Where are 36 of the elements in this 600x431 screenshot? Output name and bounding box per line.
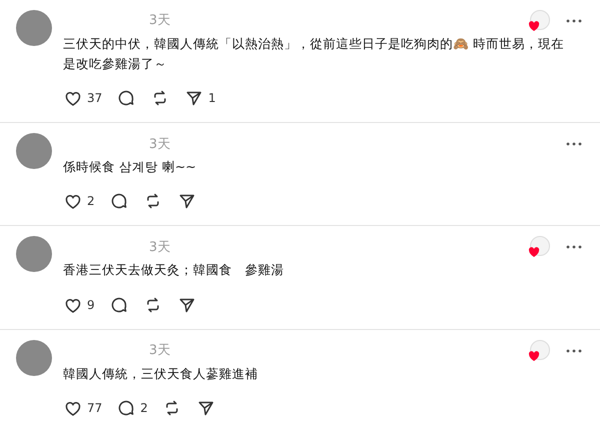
avatar[interactable]	[16, 133, 52, 170]
speech-bubble-icon	[108, 191, 129, 212]
avatar[interactable]	[16, 10, 52, 46]
more-button[interactable]	[564, 140, 584, 148]
more-icon	[566, 245, 582, 250]
reply-button[interactable]	[108, 191, 129, 212]
count: 37	[87, 90, 102, 108]
post-time: 3天	[149, 342, 170, 360]
post-text: 香港三伏天去做天灸；韓國食 參雞湯	[63, 261, 285, 280]
speech-bubble-icon	[116, 88, 136, 108]
count: 9	[87, 296, 95, 314]
more-icon	[566, 142, 582, 146]
reply-button[interactable]: 2	[116, 398, 148, 418]
like-button[interactable]: 2	[63, 191, 95, 212]
more-icon	[566, 19, 582, 23]
like-button[interactable]: 77	[63, 398, 102, 418]
like-button[interactable]: 9	[63, 294, 95, 315]
post-time: 3天	[149, 238, 170, 257]
more-button[interactable]	[564, 346, 584, 355]
more-button[interactable]	[564, 243, 584, 252]
avatar[interactable]	[16, 236, 52, 272]
post-text: 係時候食 삼계탕 喇~~	[63, 158, 198, 176]
count: 1	[208, 90, 216, 108]
count: 77	[87, 400, 102, 417]
post-time: 3天	[149, 136, 170, 154]
post-text: 韓國人傳統，三伏天食人蔘雞進補	[63, 364, 259, 383]
reply-button[interactable]	[116, 88, 136, 108]
avatar[interactable]	[16, 340, 52, 376]
post-time: 3天	[149, 12, 170, 30]
share-button[interactable]: 1	[184, 88, 216, 108]
like-button[interactable]: 37	[63, 88, 102, 108]
count: 2	[87, 193, 95, 210]
more-button[interactable]	[564, 17, 584, 25]
post-text: 三伏天的中伏，韓國人傳統「以熱治熱」，從前這些日子是吃狗肉的🙈 時而世易，現在是改吃參雞湯了～	[63, 35, 566, 74]
count: 2	[140, 400, 148, 417]
more-icon	[566, 348, 582, 353]
